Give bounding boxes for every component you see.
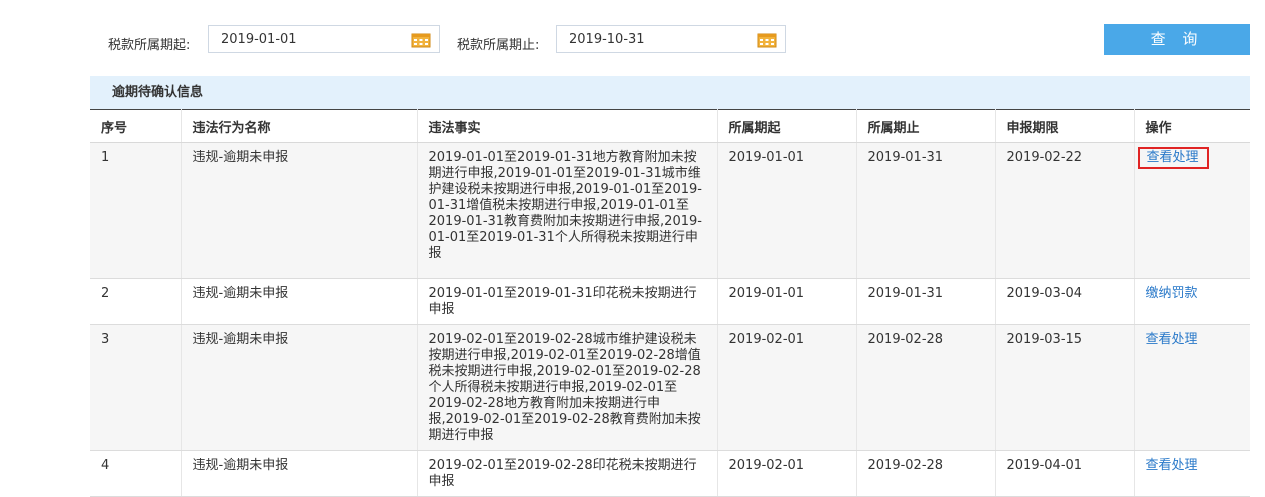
query-button[interactable]: 查 询 <box>1104 24 1250 55</box>
cell-deadline: 2019-04-01 <box>995 450 1135 497</box>
view-handle-link[interactable]: 查看处理 <box>1137 147 1209 169</box>
cell-fact: 2019-01-01至2019-01-31地方教育附加未按期进行申报,2019-… <box>417 142 718 279</box>
col-header-no: 序号 <box>90 109 182 143</box>
pay-fine-link[interactable]: 缴纳罚款 <box>1146 286 1198 301</box>
cell-action: 缴纳罚款 <box>1134 278 1250 325</box>
start-date-value: 2019-01-01 <box>221 32 297 47</box>
col-header-name: 违法行为名称 <box>181 109 418 143</box>
start-date-label: 税款所属期起: <box>108 38 191 53</box>
table-row: 2 违规-逾期未申报 2019-01-01至2019-01-31印花税未按期进行… <box>90 278 1250 325</box>
table-row: 3 违规-逾期未申报 2019-02-01至2019-02-28城市维护建设税未… <box>90 324 1250 451</box>
table-caption: 逾期待确认信息 <box>90 76 1250 109</box>
cell-no: 2 <box>90 278 182 325</box>
table-row: 1 违规-逾期未申报 2019-01-01至2019-01-31地方教育附加未按… <box>90 142 1250 279</box>
calendar-icon[interactable] <box>757 32 777 48</box>
cell-no: 4 <box>90 450 182 497</box>
cell-deadline: 2019-02-22 <box>995 142 1135 279</box>
view-handle-link[interactable]: 查看处理 <box>1146 458 1198 473</box>
end-date-value: 2019-10-31 <box>569 32 645 47</box>
col-header-start: 所属期起 <box>717 109 857 143</box>
cell-no: 3 <box>90 324 182 451</box>
table-header-row: 序号 违法行为名称 违法事实 所属期起 所属期止 申报期限 操作 <box>90 109 1250 143</box>
start-date-input[interactable]: 2019-01-01 <box>208 25 440 53</box>
cell-name: 违规-逾期未申报 <box>181 450 418 497</box>
col-header-end: 所属期止 <box>856 109 996 143</box>
cell-fact: 2019-02-01至2019-02-28城市维护建设税未按期进行申报,2019… <box>417 324 718 451</box>
cell-deadline: 2019-03-04 <box>995 278 1135 325</box>
col-header-deadline: 申报期限 <box>995 109 1135 143</box>
cell-fact: 2019-02-01至2019-02-28印花税未按期进行申报 <box>417 450 718 497</box>
end-date-label: 税款所属期止: <box>457 38 540 53</box>
table-row: 4 违规-逾期未申报 2019-02-01至2019-02-28印花税未按期进行… <box>90 450 1250 497</box>
cell-fact: 2019-01-01至2019-01-31印花税未按期进行申报 <box>417 278 718 325</box>
end-date-input[interactable]: 2019-10-31 <box>556 25 786 53</box>
cell-name: 违规-逾期未申报 <box>181 278 418 325</box>
cell-name: 违规-逾期未申报 <box>181 324 418 451</box>
cell-end: 2019-01-31 <box>856 142 996 279</box>
cell-end: 2019-02-28 <box>856 450 996 497</box>
view-handle-link[interactable]: 查看处理 <box>1146 332 1198 347</box>
cell-deadline: 2019-03-15 <box>995 324 1135 451</box>
cell-start: 2019-02-01 <box>717 324 857 451</box>
cell-action: 查看处理 <box>1134 324 1250 451</box>
overdue-table-panel: 逾期待确认信息 序号 违法行为名称 违法事实 所属期起 所属期止 申报期限 操作… <box>90 76 1250 497</box>
cell-start: 2019-01-01 <box>717 278 857 325</box>
cell-name: 违规-逾期未申报 <box>181 142 418 279</box>
calendar-icon[interactable] <box>411 32 431 48</box>
cell-action: 查看处理 <box>1134 142 1250 279</box>
cell-no: 1 <box>90 142 182 279</box>
col-header-fact: 违法事实 <box>417 109 718 143</box>
cell-start: 2019-02-01 <box>717 450 857 497</box>
cell-action: 查看处理 <box>1134 450 1250 497</box>
cell-end: 2019-01-31 <box>856 278 996 325</box>
overdue-table: 序号 违法行为名称 违法事实 所属期起 所属期止 申报期限 操作 1 违规-逾期… <box>90 109 1250 497</box>
cell-start: 2019-01-01 <box>717 142 857 279</box>
col-header-action: 操作 <box>1134 109 1250 143</box>
cell-end: 2019-02-28 <box>856 324 996 451</box>
